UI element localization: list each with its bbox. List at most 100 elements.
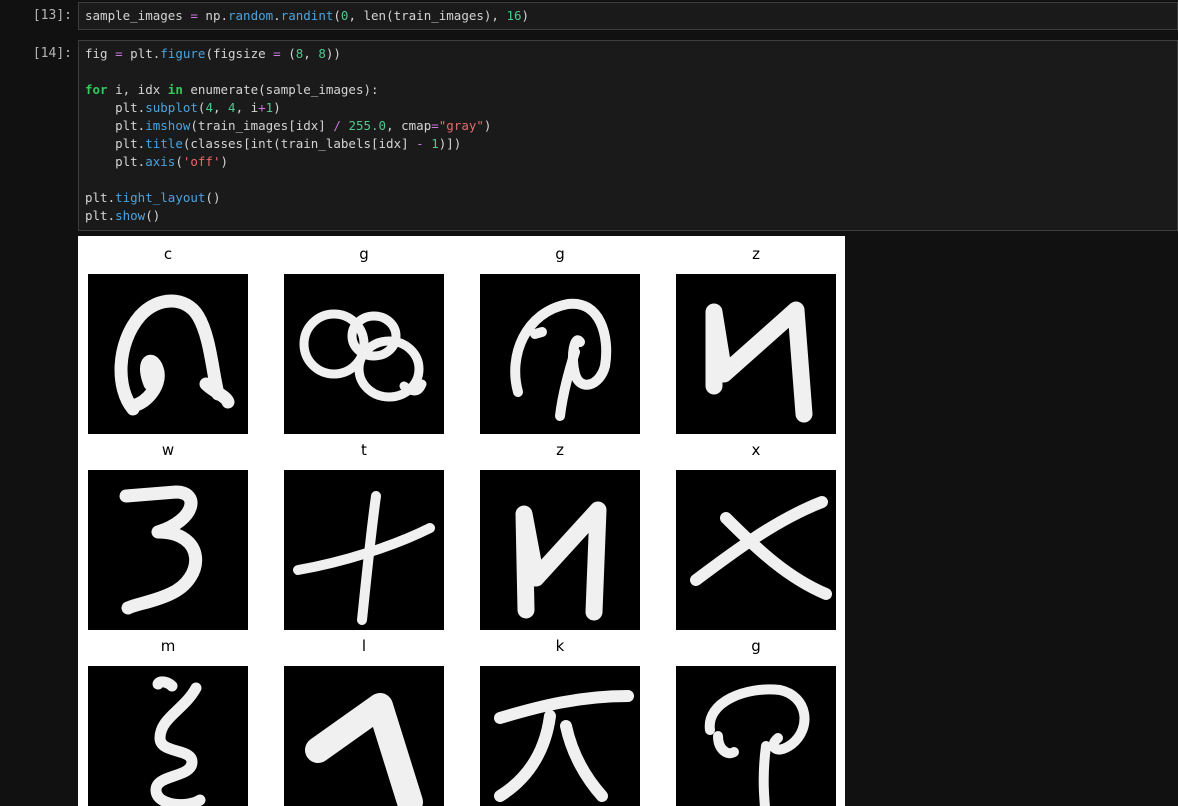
subplot-title: z <box>752 245 760 263</box>
handwritten-x-icon <box>676 470 836 630</box>
handwritten-g-icon <box>480 274 640 434</box>
code-token: in <box>167 82 183 97</box>
code-token: () <box>145 208 161 223</box>
code-token: = <box>190 8 198 23</box>
subplot-title: x <box>751 441 761 459</box>
code-token: () <box>205 190 221 205</box>
subplot-title: m <box>160 637 176 655</box>
code-token: . <box>273 8 281 23</box>
code-body: fig = plt.figure(figsize = (8, 8)) for i… <box>85 45 1171 225</box>
subplot-title: t <box>361 441 367 459</box>
code-cell-13[interactable]: [13]: sample_images = np.random.randint(… <box>0 2 1178 30</box>
subplot-title: z <box>556 441 564 459</box>
handwritten-z-icon <box>480 470 640 630</box>
code-token: - <box>416 136 424 151</box>
jupyter-notebook: [13]: sample_images = np.random.randint(… <box>0 0 1178 806</box>
code-token: randint <box>280 8 334 23</box>
code-line: plt.title(classes[int(train_labels[idx] … <box>85 135 1171 153</box>
handwritten-z-icon <box>676 274 836 434</box>
code-input[interactable]: sample_images = np.random.randint(0, len… <box>78 2 1178 30</box>
cell-prompt: [13]: <box>32 8 72 23</box>
code-token: , cmap <box>386 118 432 133</box>
code-token: (classes[int(train_labels[idx] <box>182 136 417 151</box>
code-body: sample_images = np.random.randint(0, len… <box>85 7 1171 25</box>
handwritten-w-icon <box>88 470 248 630</box>
code-token: (figsize <box>205 46 274 61</box>
code-token: ( <box>280 46 296 61</box>
code-token: 'off' <box>182 154 221 169</box>
code-token: sample_images <box>85 8 191 23</box>
code-token: imshow <box>145 118 191 133</box>
code-token: subplot <box>145 100 198 115</box>
cell-prompt: [14]: <box>32 46 72 61</box>
code-token: 16 <box>506 8 522 23</box>
code-token: "gray" <box>438 118 484 133</box>
code-token: random <box>228 8 274 23</box>
code-token: , <box>212 100 229 115</box>
subplot-title: k <box>555 637 565 655</box>
code-token: axis <box>145 154 176 169</box>
code-token: plt. <box>85 136 146 151</box>
code-token: ) <box>220 154 229 169</box>
code-token: ) <box>273 100 281 115</box>
code-token: ( <box>175 154 183 169</box>
code-token: figure <box>160 46 206 61</box>
subplot-title: c <box>163 245 173 263</box>
subplot-title: w <box>161 441 175 459</box>
code-token: plt. <box>85 100 146 115</box>
handwritten-t-icon <box>284 470 444 630</box>
code-token: 4 <box>228 100 236 115</box>
code-token: = <box>273 46 281 61</box>
code-line: plt.subplot(4, 4, i+1) <box>85 99 1171 117</box>
subplot-title: g <box>359 245 369 263</box>
handwritten-m-icon <box>88 666 248 806</box>
code-token: / <box>333 118 341 133</box>
figure-output: c g g z w t z x m l k g <box>78 236 845 806</box>
code-line: plt.imshow(train_images[idx] / 255.0, cm… <box>85 117 1171 135</box>
handwritten-l-icon <box>284 666 444 806</box>
code-token: , i <box>235 100 259 115</box>
code-token: plt. <box>85 208 116 223</box>
code-token: 8 <box>318 46 326 61</box>
code-token: )) <box>325 46 341 61</box>
code-cell-14[interactable]: [14]: fig = plt.figure(figsize = (8, 8))… <box>0 40 1178 232</box>
code-token: (train_images[idx] <box>190 118 334 133</box>
code-token: plt. <box>85 118 146 133</box>
code-token: , <box>303 46 319 61</box>
handwritten-k-icon <box>480 666 640 806</box>
code-line: plt.show() <box>85 207 1171 225</box>
handwritten-c-icon <box>88 274 248 434</box>
code-token: tight_layout <box>115 190 206 205</box>
handwritten-g-icon <box>676 666 836 806</box>
subplot-title: l <box>361 637 367 655</box>
subplot-title: g <box>751 637 761 655</box>
code-line: plt.axis('off') <box>85 153 1171 171</box>
code-token: plt. <box>122 46 161 61</box>
code-token: 4 <box>205 100 213 115</box>
code-input[interactable]: fig = plt.figure(figsize = (8, 8)) for i… <box>78 40 1178 231</box>
code-token: plt. <box>85 190 116 205</box>
code-token: fig <box>85 46 116 61</box>
subplot-title: g <box>555 245 565 263</box>
code-token: 255.0 <box>348 118 387 133</box>
code-token: np. <box>197 8 228 23</box>
code-line: sample_images = np.random.randint(0, len… <box>85 7 1171 25</box>
handwritten-g-icon <box>284 274 444 434</box>
code-line: for i, idx in enumerate(sample_images): <box>85 81 1171 99</box>
code-token: enumerate(sample_images): <box>182 82 379 97</box>
code-token: ) <box>521 8 530 23</box>
code-token: plt. <box>85 154 146 169</box>
code-token: = <box>431 118 439 133</box>
code-token: ) <box>483 118 492 133</box>
code-token: i, idx <box>107 82 168 97</box>
code-token: = <box>115 46 123 61</box>
code-token: )]) <box>438 136 462 151</box>
code-line: plt.tight_layout() <box>85 189 1171 207</box>
code-token: for <box>85 82 108 97</box>
code-token: + <box>258 100 266 115</box>
code-token: 1 <box>431 136 439 151</box>
code-token: ( <box>333 8 341 23</box>
code-token: show <box>115 208 146 223</box>
